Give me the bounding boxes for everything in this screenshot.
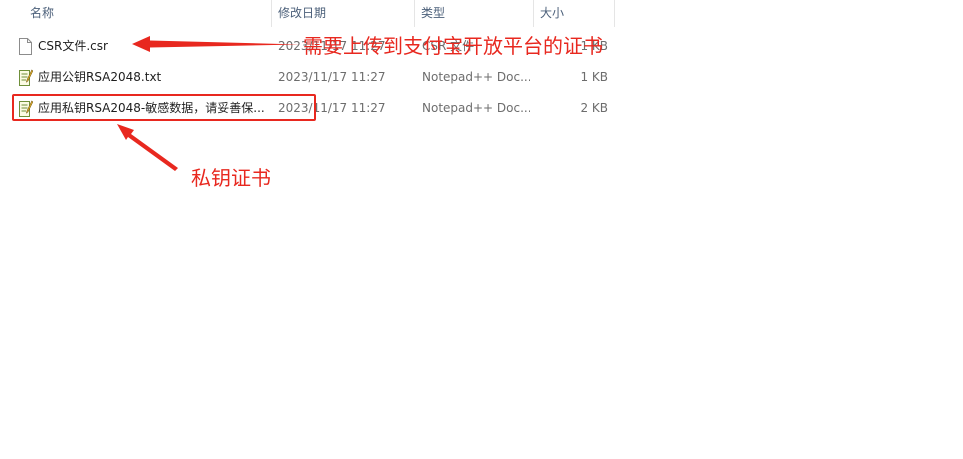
annotation-csr-note: 需要上传到支付宝开放平台的证书	[303, 34, 603, 58]
sort-ascending-icon: ⌃	[145, 0, 154, 6]
file-row[interactable]: 应用公钥RSA2048.txt 2023/11/17 11:27 Notepad…	[0, 63, 620, 91]
column-header-type[interactable]: 类型	[415, 0, 533, 27]
file-size: 1 KB	[580, 70, 608, 84]
file-name: CSR文件.csr	[38, 39, 108, 53]
notepadpp-file-icon	[19, 69, 33, 86]
arrow-up-left-icon	[117, 124, 178, 171]
file-type: Notepad++ Doc...	[422, 101, 530, 115]
column-header-type-label: 类型	[421, 6, 446, 20]
generic-file-icon	[19, 38, 32, 55]
file-type: Notepad++ Doc...	[422, 70, 530, 84]
column-header-size-label: 大小	[540, 6, 565, 20]
annotation-private-key-note: 私钥证书	[191, 166, 271, 190]
column-header-modified-label: 修改日期	[278, 6, 327, 20]
column-header-size[interactable]: 大小	[534, 0, 614, 27]
highlight-box-private-key	[12, 94, 316, 121]
column-header-modified[interactable]: 修改日期	[272, 0, 414, 27]
file-size: 2 KB	[580, 101, 608, 115]
column-divider[interactable]	[614, 0, 615, 27]
file-modified: 2023/11/17 11:27	[278, 70, 386, 84]
file-name: 应用公钥RSA2048.txt	[38, 70, 162, 84]
file-explorer-list: 名称 ⌃ 修改日期 类型 大小 CSR文件.csr 2023/11/17 11:…	[0, 0, 963, 459]
column-header-name-label: 名称	[30, 6, 55, 20]
